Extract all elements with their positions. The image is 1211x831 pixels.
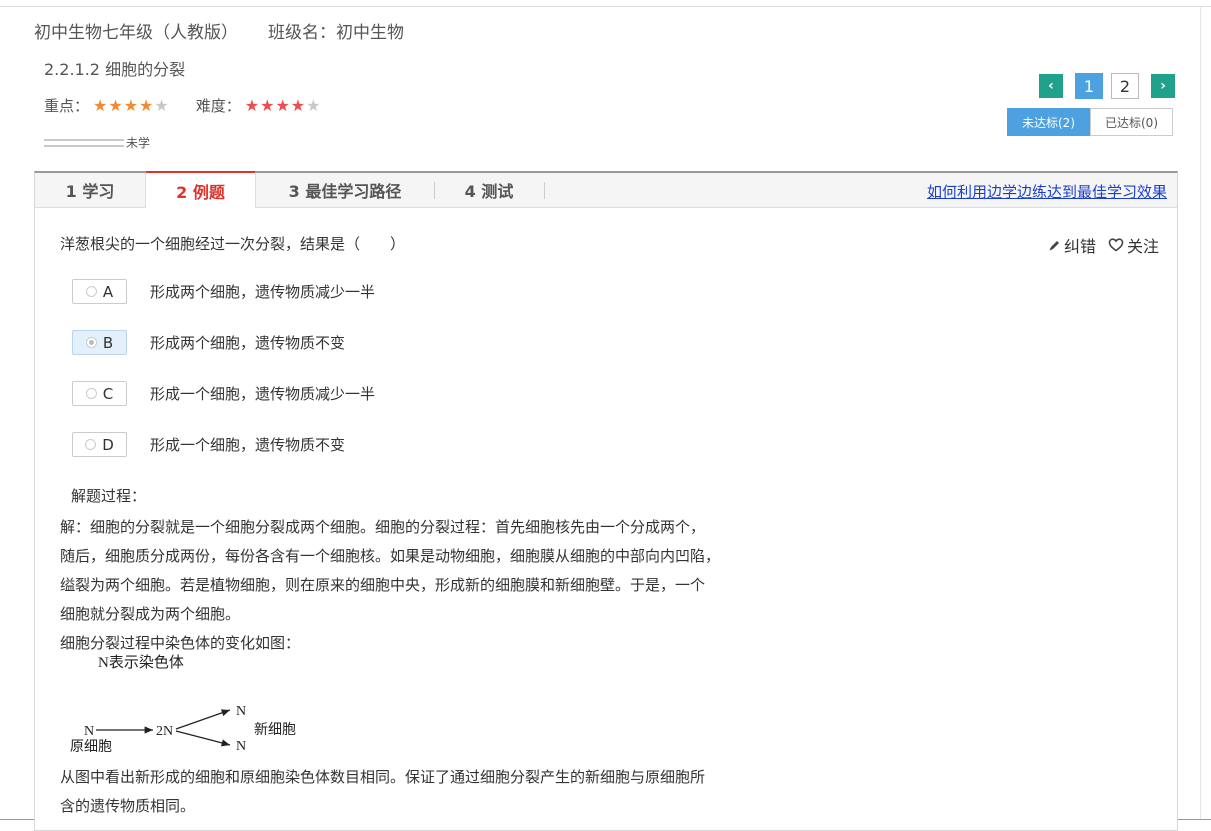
course-header: 初中生物七年级（人教版） 班级名：初中生物 xyxy=(34,18,404,43)
star-filled-icon: ★ xyxy=(260,96,276,115)
tab-learn[interactable]: 1 学习 xyxy=(35,173,145,207)
option-text: 形成两个细胞，遗传物质不变 xyxy=(150,334,346,352)
radio-icon xyxy=(85,286,97,297)
solution-line: 细胞就分裂成为两个细胞。 xyxy=(60,605,241,623)
conclusion-line: 从图中看出新形成的细胞和原细胞染色体数目相同。保证了通过细胞分裂产生的新细胞与原… xyxy=(60,768,706,786)
difficulty-label: 难度： xyxy=(195,97,241,115)
diagram-n-start: N xyxy=(84,724,94,739)
tab-test[interactable]: 4 测试 xyxy=(434,173,544,207)
follow-button[interactable]: 关注 xyxy=(1108,233,1159,257)
option-b: B 形成两个细胞，遗传物质不变 xyxy=(72,330,345,355)
rating-row: 重点： ★★★★★ 难度： ★★★★★ xyxy=(44,95,321,116)
star-filled-icon: ★ xyxy=(139,96,155,115)
tab-best-path[interactable]: 3 最佳学习路径 xyxy=(256,173,434,207)
option-c: C 形成一个细胞，遗传物质减少一半 xyxy=(72,381,375,406)
diagram-arrow xyxy=(175,709,231,730)
page-2-button[interactable]: 2 xyxy=(1111,73,1139,99)
diagram-arrow xyxy=(175,730,231,747)
report-error-button[interactable]: 纠错 xyxy=(1048,233,1096,257)
option-label: B xyxy=(102,333,114,352)
conclusion: 从图中看出新形成的细胞和原细胞染色体数目相同。保证了通过细胞分裂产生的新细胞与原… xyxy=(60,763,820,821)
diagram-n-middle: 2N xyxy=(156,724,173,739)
radio-icon xyxy=(85,337,97,348)
radio-icon xyxy=(85,388,97,399)
solution-line: 解：细胞的分裂就是一个细胞分裂成两个细胞。细胞的分裂过程：首先细胞核先由一个分成… xyxy=(60,518,706,536)
window-top-border xyxy=(0,0,1211,7)
solution-line: 随后，细胞质分成两份，每份各含有一个细胞核。如果是动物细胞，细胞膜从细胞的中部向… xyxy=(60,547,721,565)
option-label: C xyxy=(102,384,114,403)
option-text: 形成一个细胞，遗传物质减少一半 xyxy=(150,385,376,403)
question-actions: 纠错 关注 xyxy=(1048,233,1159,257)
progress-label: 未学 xyxy=(126,136,151,150)
star-filled-icon: ★ xyxy=(275,96,291,115)
diagram-legend: N表示染色体 xyxy=(98,654,184,671)
option-text: 形成两个细胞，遗传物质减少一半 xyxy=(150,283,376,301)
next-page-button[interactable]: › xyxy=(1151,74,1175,98)
pencil-icon xyxy=(1049,240,1059,250)
status-filter: 未达标(2) 已达标(0) xyxy=(1007,108,1173,136)
page-1-button[interactable]: 1 xyxy=(1075,73,1103,99)
help-link[interactable]: 如何利用边学边练达到最佳学习效果 xyxy=(927,181,1167,202)
option-d: D 形成一个细胞，遗传物质不变 xyxy=(72,432,345,457)
option-b-button[interactable]: B xyxy=(72,330,127,355)
unmet-filter-tab[interactable]: 未达标(2) xyxy=(1007,108,1090,136)
diagram-new-label: 新细胞 xyxy=(254,722,296,738)
tab-examples[interactable]: 2 例题 xyxy=(145,171,256,208)
option-label: D xyxy=(102,435,114,454)
pager: ‹ 1 2 › xyxy=(1039,73,1175,99)
prev-page-button[interactable]: ‹ xyxy=(1039,74,1063,98)
importance-stars: ★★★★★ xyxy=(93,96,170,115)
option-d-button[interactable]: D xyxy=(72,432,127,457)
option-a-button[interactable]: A xyxy=(72,279,127,304)
solution-line: 缢裂为两个细胞。若是植物细胞，则在原来的细胞中央，形成新的细胞膜和新细胞壁。于是… xyxy=(60,576,706,594)
star-filled-icon: ★ xyxy=(108,96,124,115)
star-filled-icon: ★ xyxy=(93,96,109,115)
radio-icon xyxy=(85,439,97,450)
progress-bar xyxy=(44,138,124,147)
met-filter-tab[interactable]: 已达标(0) xyxy=(1090,108,1173,136)
star-empty-icon: ★ xyxy=(306,96,322,115)
class-name: 班级名：初中生物 xyxy=(268,23,404,43)
tab-divider xyxy=(544,182,545,199)
conclusion-line: 含的遗传物质相同。 xyxy=(60,797,196,815)
course-name: 初中生物七年级（人教版） xyxy=(34,23,238,43)
question-text: 洋葱根尖的一个细胞经过一次分裂，结果是（ ） xyxy=(60,235,406,253)
option-label: A xyxy=(102,282,114,301)
star-filled-icon: ★ xyxy=(123,96,140,115)
study-progress: 未学 xyxy=(44,134,150,151)
heart-icon xyxy=(1108,238,1124,252)
lesson-title: 2.2.1.2 细胞的分裂 xyxy=(44,60,186,79)
report-error-label: 纠错 xyxy=(1063,237,1096,256)
content-panel: 1 学习 2 例题 3 最佳学习路径 4 测试 如何利用边学边练达到最佳学习效果… xyxy=(34,171,1178,831)
solution-heading: 解题过程： xyxy=(71,487,147,505)
option-a: A 形成两个细胞，遗传物质减少一半 xyxy=(72,279,375,304)
star-filled-icon: ★ xyxy=(290,96,307,115)
option-c-button[interactable]: C xyxy=(72,381,127,406)
difficulty-stars: ★★★★★ xyxy=(245,96,322,115)
chromosome-diagram: N表示染色体 N 2N N N 新细胞 原细胞 xyxy=(70,654,296,755)
diagram-n-bottom: N xyxy=(236,739,246,754)
solution-body: 解：细胞的分裂就是一个细胞分裂成两个细胞。细胞的分裂过程：首先细胞核先由一个分成… xyxy=(60,513,820,658)
diagram-n-top: N xyxy=(236,704,246,719)
follow-label: 关注 xyxy=(1126,237,1159,256)
star-empty-icon: ★ xyxy=(154,96,170,115)
window-right-border xyxy=(1200,6,1201,820)
tab-bar: 1 学习 2 例题 3 最佳学习路径 4 测试 如何利用边学边练达到最佳学习效果 xyxy=(35,171,1177,208)
star-filled-icon: ★ xyxy=(244,96,261,115)
option-text: 形成一个细胞，遗传物质不变 xyxy=(150,436,346,454)
diagram-origin-label: 原细胞 xyxy=(70,739,112,755)
importance-label: 重点： xyxy=(44,97,90,115)
